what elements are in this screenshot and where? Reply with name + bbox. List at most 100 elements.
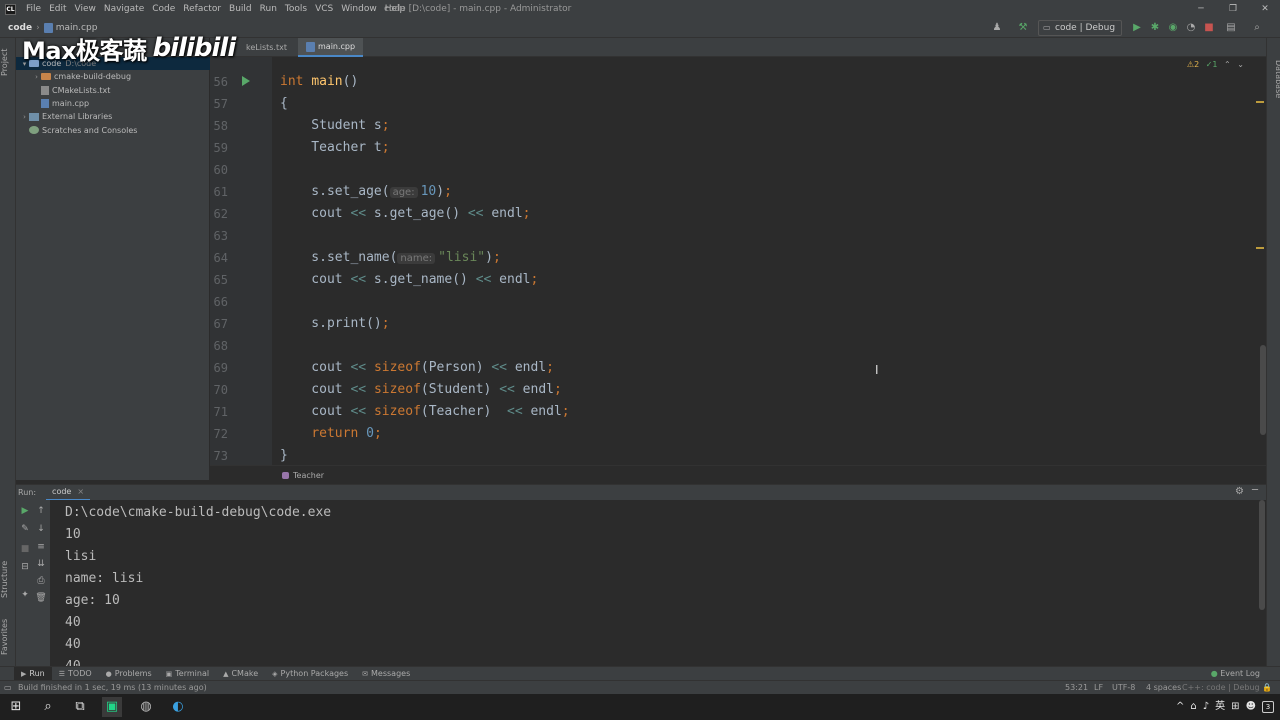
code-line[interactable]: 72 return 0; <box>210 423 1260 445</box>
indent-setting[interactable]: 4 spaces <box>1146 681 1181 695</box>
tree-item[interactable]: main.cpp <box>16 97 210 110</box>
tree-expand-icon[interactable]: › <box>20 113 29 121</box>
code-line[interactable]: 69 cout << sizeof(Person) << endl; <box>210 357 1260 379</box>
rerun-icon[interactable]: ▶ <box>18 504 32 518</box>
caret-position[interactable]: 53:21 <box>1065 681 1088 695</box>
event-log-button[interactable]: ● Event Log <box>1211 667 1260 681</box>
code-line[interactable]: 59 Teacher t; <box>210 137 1260 159</box>
trash-icon[interactable]: 🗑 <box>34 591 48 605</box>
wrench-icon[interactable]: ✎ <box>18 522 32 536</box>
tab-run[interactable]: ▶ Run <box>14 666 52 681</box>
user-icon[interactable]: ♟ <box>990 21 1004 35</box>
vcs-icon[interactable]: ▤ <box>1224 21 1238 35</box>
resolve-context[interactable]: C++: code | Debug <box>1182 681 1260 695</box>
search-icon[interactable]: ⌕ <box>38 697 58 717</box>
tab-python-packages[interactable]: ◈ Python Packages <box>265 667 355 681</box>
edge-browser-icon[interactable]: ◐ <box>168 697 188 717</box>
debug-icon[interactable]: ✱ <box>1148 21 1162 35</box>
ime-icon[interactable]: ⊞ <box>1231 694 1239 720</box>
menu-file[interactable]: File <box>22 0 45 19</box>
console-scrollbar[interactable] <box>1258 500 1266 666</box>
menu-refactor[interactable]: Refactor <box>179 0 225 19</box>
task-view-icon[interactable]: ⧉ <box>70 697 90 717</box>
soft-wrap-icon[interactable]: ≡ <box>34 540 48 554</box>
tree-item[interactable]: CMakeLists.txt <box>16 84 210 97</box>
code-editor[interactable]: 56 int main() 57{58 Student s; 59 Teacher t… <box>210 57 1266 465</box>
run-configuration-select[interactable]: code | Debug <box>1038 20 1122 36</box>
print-icon[interactable]: ⎙ <box>34 574 48 588</box>
file-encoding[interactable]: UTF-8 <box>1112 681 1135 695</box>
menu-run[interactable]: Run <box>256 0 281 19</box>
lock-icon[interactable]: 🔒 <box>1262 681 1272 695</box>
close-icon[interactable]: × <box>77 487 84 496</box>
breadcrumb-class[interactable]: Teacher <box>293 471 324 480</box>
console-scrollbar-thumb[interactable] <box>1259 500 1265 610</box>
menu-view[interactable]: View <box>71 0 100 19</box>
profile-icon[interactable]: ◔ <box>1184 21 1198 35</box>
code-line[interactable]: 73} <box>210 445 1260 465</box>
menu-build[interactable]: Build <box>225 0 256 19</box>
menu-code[interactable]: Code <box>148 0 179 19</box>
code-line[interactable]: 58 Student s; <box>210 115 1260 137</box>
favorites-tool-tab[interactable]: Favorites <box>0 614 16 660</box>
tray-extra-icon[interactable]: ☻ <box>1246 694 1256 720</box>
toggle-tool-windows-icon[interactable]: ▭ <box>4 681 12 695</box>
tree-item[interactable]: Scratches and Consoles <box>16 124 210 137</box>
tray-chevron-up-icon[interactable]: ^ <box>1176 694 1184 720</box>
run-icon[interactable]: ▶ <box>1130 21 1144 35</box>
code-line[interactable]: 62 cout << s.get_age() << endl; <box>210 203 1260 225</box>
pin-icon[interactable]: ✦ <box>18 588 32 602</box>
code-line[interactable]: 67 s.print(); <box>210 313 1260 335</box>
maximize-button[interactable]: ❐ <box>1218 0 1248 19</box>
inspection-widget[interactable]: ⚠2 ✓1 ⌃ ⌄ <box>1187 60 1244 69</box>
code-line[interactable]: 63 <box>210 225 1260 247</box>
minimize-button[interactable]: ─ <box>1186 0 1216 19</box>
code-line[interactable]: 66 <box>210 291 1260 313</box>
chevron-up-icon[interactable]: ⌃ <box>1224 60 1231 69</box>
stop-icon[interactable]: ■ <box>1202 21 1216 35</box>
run-tab-code[interactable]: code × <box>46 485 91 501</box>
scroll-down-icon[interactable]: ↓ <box>34 522 48 536</box>
tab-todo[interactable]: ☰ TODO <box>52 667 99 681</box>
tab-terminal[interactable]: ▣ Terminal <box>159 667 216 681</box>
scroll-up-icon[interactable]: ↑ <box>34 504 48 518</box>
project-tool-tab[interactable]: Project <box>0 42 16 82</box>
structure-tool-tab[interactable]: Structure <box>0 554 16 604</box>
tab-main-cpp[interactable]: main.cpp <box>298 38 364 57</box>
run-console[interactable]: D:\code\cmake-build-debug\code.exe 10 lisi… <box>50 500 1258 666</box>
code-line[interactable]: 64 s.set_name(name: "lisi"); <box>210 247 1260 269</box>
scroll-to-end-icon[interactable]: ⇊ <box>34 557 48 571</box>
menu-window[interactable]: Window <box>337 0 381 19</box>
menu-navigate[interactable]: Navigate <box>100 0 148 19</box>
search-everywhere-icon[interactable]: ⌕ <box>1250 21 1264 35</box>
close-button[interactable]: ✕ <box>1250 0 1280 19</box>
build-hammer-icon[interactable]: ⚒ <box>1016 21 1030 35</box>
windows-start-icon[interactable]: ⊞ <box>6 697 26 717</box>
tab-messages[interactable]: ✉ Messages <box>355 667 417 681</box>
tab-cmakelists[interactable]: keLists.txt <box>238 38 295 57</box>
code-line[interactable]: 61 s.set_age(age: 10); <box>210 181 1260 203</box>
status-message[interactable]: Build finished in 1 sec, 19 ms (13 minut… <box>18 681 207 695</box>
tree-item[interactable]: › External Libraries <box>16 110 210 123</box>
code-line[interactable]: 70 cout << sizeof(Student) << endl; <box>210 379 1260 401</box>
line-separator[interactable]: LF <box>1094 681 1103 695</box>
code-line[interactable]: 65 cout << s.get_name() << endl; <box>210 269 1260 291</box>
code-line[interactable]: 60 <box>210 159 1260 181</box>
code-line[interactable]: 56 int main() <box>210 71 1260 93</box>
network-icon[interactable]: ⌂ <box>1190 694 1196 720</box>
language-indicator[interactable]: 英 <box>1215 694 1225 720</box>
code-line[interactable]: 68 <box>210 335 1260 357</box>
tree-expand-icon[interactable]: › <box>32 73 41 81</box>
tab-problems[interactable]: ● Problems <box>99 667 159 681</box>
notification-icon[interactable]: 3 <box>1262 701 1274 713</box>
clion-taskbar-icon[interactable]: ▣ <box>102 697 122 717</box>
menu-tools[interactable]: Tools <box>281 0 311 19</box>
minimize-panel-icon[interactable]: ─ <box>1252 485 1258 496</box>
chevron-down-icon[interactable]: ⌄ <box>1237 60 1244 69</box>
coverage-icon[interactable]: ◉ <box>1166 21 1180 35</box>
app-taskbar-icon[interactable]: ◍ <box>136 697 156 717</box>
code-line[interactable]: 57 { <box>210 93 1260 115</box>
menu-vcs[interactable]: VCS <box>311 0 337 19</box>
tree-item[interactable]: › cmake-build-debug <box>16 70 210 83</box>
menu-edit[interactable]: Edit <box>45 0 70 19</box>
